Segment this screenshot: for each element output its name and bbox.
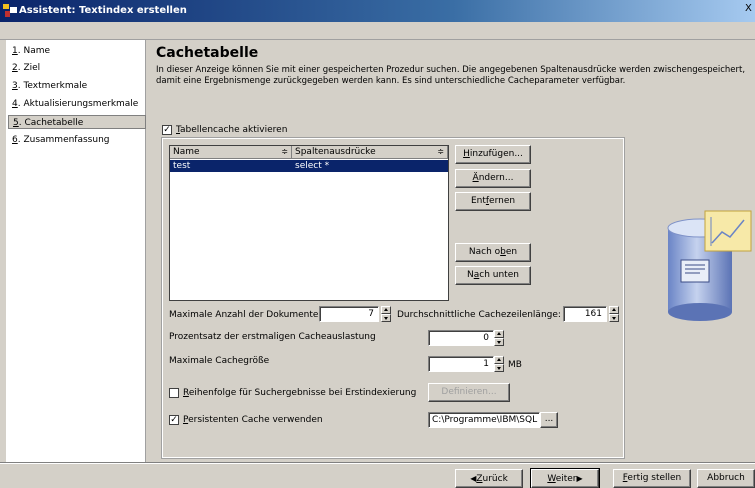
sidebar-item-ziel[interactable]: 2. Ziel bbox=[8, 61, 146, 75]
enable-cache-checkbox[interactable]: ✓ bbox=[162, 125, 172, 135]
spin-up-icon[interactable] bbox=[609, 306, 619, 314]
avg-row-length-label: Durchschnittliche Cachezeilenlänge: bbox=[397, 310, 561, 320]
sidebar-item-name[interactable]: 1. Name bbox=[8, 44, 146, 58]
move-up-button[interactable]: Nach oben bbox=[455, 243, 531, 262]
avg-row-length-spinner[interactable] bbox=[609, 306, 619, 322]
spin-up-icon[interactable] bbox=[381, 306, 391, 314]
app-icon bbox=[3, 4, 17, 17]
max-cache-size-label: Maximale Cachegröße bbox=[169, 356, 270, 366]
page-title: Cachetabelle bbox=[156, 45, 259, 61]
cache-path-input[interactable]: C:\Programme\IBM\SQL bbox=[428, 412, 540, 428]
sidebar-item-cachetabelle[interactable]: 5. Cachetabelle bbox=[8, 115, 146, 129]
order-label[interactable]: Reihenfolge für Suchergebnisse bei Ersti… bbox=[183, 388, 416, 398]
sort-icon: ≑ bbox=[281, 147, 288, 156]
max-documents-label: Maximale Anzahl der Dokumente: bbox=[169, 310, 322, 320]
enable-cache-label[interactable]: Tabellencache aktivieren bbox=[176, 125, 287, 135]
back-button[interactable]: ◀Zurück bbox=[455, 469, 523, 488]
column-header-name[interactable]: Name ≑ bbox=[170, 146, 292, 159]
table-row[interactable]: test select * bbox=[170, 160, 448, 172]
footer-divider bbox=[0, 462, 755, 464]
spin-down-icon[interactable] bbox=[494, 338, 504, 346]
cell-name: test bbox=[173, 161, 191, 171]
sidebar-item-textmerkmale[interactable]: 3. Textmerkmale bbox=[8, 79, 146, 93]
arrow-right-icon: ▶ bbox=[576, 474, 583, 483]
persistent-cache-checkbox[interactable]: ✓ bbox=[169, 415, 179, 425]
header-strip bbox=[0, 22, 755, 40]
initial-percent-input[interactable]: 0 bbox=[428, 330, 494, 346]
max-documents-spinner[interactable] bbox=[381, 306, 391, 322]
persistent-cache-label[interactable]: Persistenten Cache verwenden bbox=[183, 415, 323, 425]
window-title: Assistent: Textindex erstellen bbox=[19, 5, 187, 16]
spin-down-icon[interactable] bbox=[609, 314, 619, 322]
column-expressions-table[interactable]: Name ≑ Spaltenausdrücke ≑ test select * bbox=[169, 145, 449, 301]
column-header-expressions[interactable]: Spaltenausdrücke ≑ bbox=[292, 146, 448, 159]
change-button[interactable]: Ändern... bbox=[455, 169, 531, 188]
max-cache-size-spinner[interactable] bbox=[494, 356, 504, 372]
sort-icon: ≑ bbox=[437, 147, 444, 156]
spin-down-icon[interactable] bbox=[381, 314, 391, 322]
title-bar[interactable]: Assistent: Textindex erstellen X bbox=[0, 0, 755, 22]
next-button[interactable]: Weiter▶ bbox=[530, 468, 600, 488]
cell-expression: select * bbox=[295, 161, 330, 171]
define-button[interactable]: Definieren... bbox=[428, 383, 510, 402]
max-cache-size-unit: MB bbox=[508, 360, 522, 370]
spin-down-icon[interactable] bbox=[494, 364, 504, 372]
max-cache-size-input[interactable]: 1 bbox=[428, 356, 494, 372]
wizard-window: Assistent: Textindex erstellen X 1. Name… bbox=[0, 0, 755, 488]
sidebar-item-aktualisierungsmerkmale[interactable]: 4. Aktualisierungsmerkmale bbox=[8, 97, 146, 111]
max-documents-input[interactable]: 7 bbox=[319, 306, 379, 322]
sidebar-item-zusammenfassung[interactable]: 6. Zusammenfassung bbox=[8, 133, 146, 147]
initial-percent-spinner[interactable] bbox=[494, 330, 504, 346]
add-button[interactable]: Hinzufügen... bbox=[455, 145, 531, 164]
avg-row-length-input[interactable]: 161 bbox=[563, 306, 607, 322]
move-down-button[interactable]: Nach unten bbox=[455, 266, 531, 285]
database-illustration-icon bbox=[667, 210, 752, 321]
spin-up-icon[interactable] bbox=[494, 330, 504, 338]
cancel-button[interactable]: Abbruch bbox=[697, 469, 755, 488]
browse-button[interactable]: ... bbox=[540, 412, 558, 428]
close-button[interactable]: X bbox=[745, 3, 755, 19]
wizard-steps-sidebar: 1. Name 2. Ziel 3. Textmerkmale 4. Aktua… bbox=[6, 40, 146, 462]
initial-percent-label: Prozentsatz der erstmaligen Cacheauslast… bbox=[169, 332, 376, 342]
spin-up-icon[interactable] bbox=[494, 356, 504, 364]
remove-button[interactable]: Entfernen bbox=[455, 192, 531, 211]
order-checkbox[interactable] bbox=[169, 388, 179, 398]
page-description: In dieser Anzeige können Sie mit einer g… bbox=[156, 65, 746, 86]
finish-button[interactable]: Fertig stellen bbox=[613, 469, 691, 488]
